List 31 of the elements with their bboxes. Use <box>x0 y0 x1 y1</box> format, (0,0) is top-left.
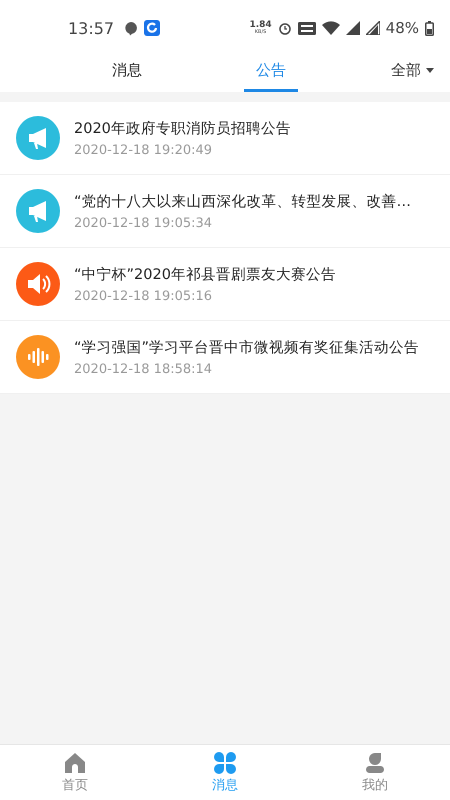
chat-bubble-icon <box>124 20 138 36</box>
nav-tab[interactable]: 我的 <box>300 745 450 800</box>
notice-title: “中宁杯”2020年祁县晋剧票友大赛公告 <box>74 266 336 284</box>
alarm-icon <box>278 21 292 35</box>
caret-icon <box>426 68 434 72</box>
battery-percent: 48% <box>386 19 419 37</box>
tab[interactable]: 消息 <box>100 52 154 92</box>
notice-time: 2020-12-18 19:20:49 <box>74 142 212 158</box>
battery-icon <box>425 20 434 36</box>
wifi-icon <box>322 21 340 35</box>
filter-dropdown[interactable]: 全部 <box>391 52 450 92</box>
notice-item[interactable]: “党的十八大以来山西深化改革、转型发展、改善… 2020-12-18 19:05:34 <box>0 175 450 248</box>
notice-time: 2020-12-18 19:05:16 <box>74 288 212 304</box>
notice-title: “党的十八大以来山西深化改革、转型发展、改善… <box>74 192 412 210</box>
notice-title: 2020年政府专职消防员招聘公告 <box>74 120 291 138</box>
notice-item[interactable]: 2020年政府专职消防员招聘公告 2020-12-18 19:20:49 <box>0 102 450 175</box>
home-icon <box>64 752 86 774</box>
notice-item[interactable]: “学习强国”学习平台晋中市微视频有奖征集活动公告 2020-12-18 18:58:14 <box>0 321 450 394</box>
notice-title: “学习强国”学习平台晋中市微视频有奖征集活动公告 <box>74 338 420 356</box>
network-speed: 1.84 <box>249 21 272 30</box>
nav-tab[interactable]: 首页 <box>0 745 150 800</box>
signal-icon <box>346 21 360 35</box>
status-time: 13:57 <box>68 18 114 38</box>
app-icon <box>144 20 160 36</box>
person-icon <box>365 752 385 774</box>
signal-icon <box>366 21 380 35</box>
notice-time: 2020-12-18 18:58:14 <box>74 362 212 376</box>
notice-item[interactable]: “中宁杯”2020年祁县晋剧票友大赛公告 2020-12-18 19:05:16 <box>0 248 450 321</box>
notice-time: 2020-12-18 19:05:34 <box>74 216 212 230</box>
tab[interactable]: 公告 <box>244 52 298 92</box>
four-petal-icon <box>214 752 236 774</box>
